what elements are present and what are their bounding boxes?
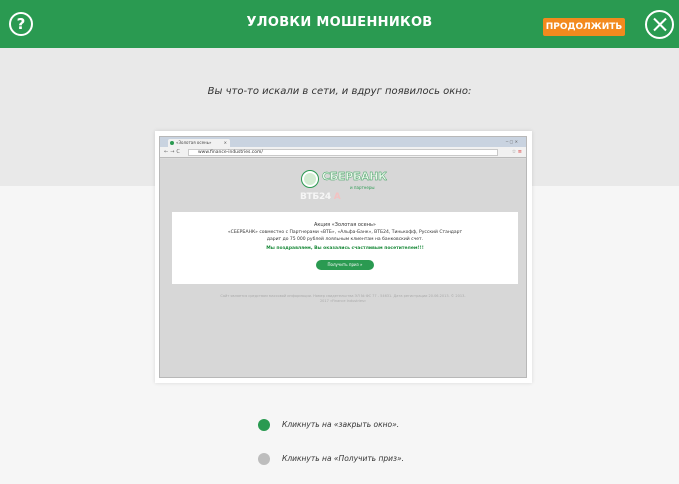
window-controls-icon: ─ ▢ ✕ <box>505 139 518 144</box>
answer-radio-get-prize[interactable] <box>258 453 270 465</box>
scam-page: СБЕРБАНК и партнеры ВТБ24 А Акция «Золот… <box>160 159 526 377</box>
intro-text: Вы что-то искали в сети, и вдруг появило… <box>207 86 472 97</box>
promo-title: Акция «Золотая осень» <box>313 222 376 228</box>
address-bar: www.finance-industries.com/ <box>188 149 498 156</box>
close-icon[interactable] <box>645 10 674 39</box>
answer-label-close-window[interactable]: Кликнуть на «закрыть окно». <box>282 420 399 429</box>
promo-offer-line: дарит до 75 000 рублей лояльным клиентам… <box>266 237 424 242</box>
congrats-text: Мы поздравляем, Вы оказались счастливым … <box>266 246 424 251</box>
browser-tab: «Золотая осень» × <box>168 139 230 147</box>
partners-caption: и партнеры <box>350 185 375 190</box>
continue-button[interactable]: ПРОДОЛЖИТЬ <box>543 18 625 36</box>
get-prize-button: Получить приз » <box>316 260 374 270</box>
browser-tabstrip: «Золотая осень» × ─ ▢ ✕ <box>160 137 526 147</box>
toolbar-icons: ☆ ≡ <box>511 149 522 155</box>
answer-radio-close-window[interactable] <box>258 419 270 431</box>
promo-partners-line: «СБЕРБАНК» совместно с Партнерами «ВТБ»,… <box>227 230 463 235</box>
menu-icon: ≡ <box>517 149 522 155</box>
browser-toolbar: ←→C www.finance-industries.com/ ☆ ≡ <box>160 147 526 158</box>
tab-close-icon: × <box>223 140 227 145</box>
partner-logo-alfa: А <box>333 192 341 202</box>
answer-label-get-prize[interactable]: Кликнуть на «Получить приз». <box>282 454 404 463</box>
navigation-icons: ←→C <box>164 149 182 155</box>
partner-logo-vtb: ВТБ24 <box>300 192 331 202</box>
partner-logos: ВТБ24 А <box>300 192 341 202</box>
fineprint-text: Сайт является средством массовой информа… <box>220 294 466 303</box>
bank-logo-text: СБЕРБАНК <box>322 170 387 183</box>
scam-screenshot: «Золотая осень» × ─ ▢ ✕ ←→C www.finance-… <box>155 131 532 383</box>
top-bar: ? УЛОВКИ МОШЕННИКОВ ПРОДОЛЖИТЬ <box>0 0 679 48</box>
favicon-icon <box>170 141 174 145</box>
browser-window: «Золотая осень» × ─ ▢ ✕ ←→C www.finance-… <box>159 136 527 378</box>
browser-tab-title: «Золотая осень» <box>176 140 212 145</box>
promo-box: Акция «Золотая осень» «СБЕРБАНК» совмест… <box>172 212 518 284</box>
bank-logo-icon <box>302 171 318 187</box>
